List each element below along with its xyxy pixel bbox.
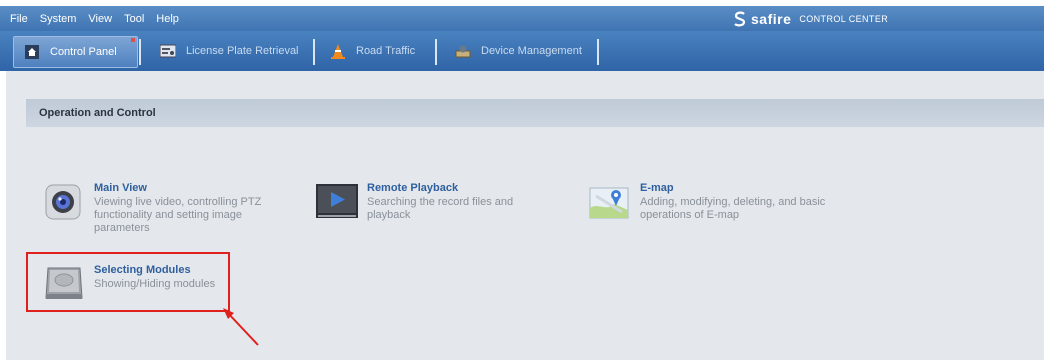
module-description: playback xyxy=(367,209,411,221)
device-icon xyxy=(455,43,471,59)
tab-device-management[interactable]: Device Management xyxy=(445,36,595,66)
module-title: Remote Playback xyxy=(367,182,459,194)
module-description: Viewing live video, controlling PTZ xyxy=(94,196,262,208)
tab-control-panel[interactable]: Control Panel xyxy=(13,36,138,68)
module-title: Main View xyxy=(94,182,147,194)
playback-icon xyxy=(316,184,358,218)
menu-file[interactable]: File xyxy=(10,13,28,25)
module-title: E-map xyxy=(640,182,674,194)
module-description: Adding, modifying, deleting, and basic xyxy=(640,196,826,208)
module-description: operations of E-map xyxy=(640,209,740,221)
tab-label: Road Traffic xyxy=(356,45,416,57)
tab-divider xyxy=(435,39,437,65)
traffic-cone-icon xyxy=(330,43,346,59)
close-icon[interactable] xyxy=(131,38,135,42)
brand-logo: safire CONTROL CENTER xyxy=(733,11,888,27)
menu-system[interactable]: System xyxy=(40,13,77,25)
safire-logo-icon xyxy=(734,11,746,27)
camera-lens-icon xyxy=(45,184,81,220)
menu-help[interactable]: Help xyxy=(156,13,179,25)
menu-tool[interactable]: Tool xyxy=(124,13,144,25)
brand-subtitle: CONTROL CENTER xyxy=(799,14,889,24)
brand-name: safire xyxy=(751,11,792,27)
tab-road-traffic[interactable]: Road Traffic xyxy=(320,36,430,66)
module-e-map[interactable]: E-map Adding, modifying, deleting, and b… xyxy=(588,182,825,222)
tab-license-plate-retrieval[interactable]: License Plate Retrieval xyxy=(150,36,310,66)
home-icon xyxy=(24,44,40,60)
menu-view[interactable]: View xyxy=(88,13,112,25)
tab-bar: Control Panel License Plate Retrieval Ro… xyxy=(0,31,1044,71)
tab-label: Control Panel xyxy=(50,46,117,58)
menu-bar: File System View Tool Help safire CONTRO… xyxy=(0,6,1044,31)
module-description: functionality and setting image xyxy=(94,209,242,221)
section-title: Operation and Control xyxy=(39,107,156,119)
section-header: Operation and Control xyxy=(26,99,1044,127)
map-icon xyxy=(589,187,629,219)
annotation-arrow-icon xyxy=(223,308,259,346)
module-main-view[interactable]: Main View Viewing live video, controllin… xyxy=(42,182,261,235)
module-description: parameters xyxy=(94,222,150,234)
tab-label: License Plate Retrieval xyxy=(186,45,299,57)
tab-label: Device Management xyxy=(481,45,582,57)
tab-divider xyxy=(597,39,599,65)
module-description: Searching the record files and xyxy=(367,196,514,208)
highlight-box xyxy=(26,252,230,312)
tab-divider xyxy=(313,39,315,65)
card-icon xyxy=(160,43,176,59)
tab-divider xyxy=(139,39,141,65)
module-remote-playback[interactable]: Remote Playback Searching the record fil… xyxy=(315,182,513,222)
